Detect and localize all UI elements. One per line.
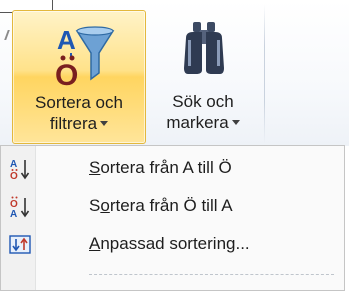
menu-item-text: ortera från A till Ö — [100, 158, 232, 177]
find-and-select-button[interactable]: Sök och markera — [150, 10, 256, 144]
menu-item-custom-sort[interactable]: Anpassad sortering... — [1, 226, 344, 262]
hotkey-letter: A — [89, 234, 101, 253]
svg-text:O: O — [10, 171, 18, 180]
svg-text:A: A — [10, 209, 17, 218]
sort-and-filter-label-2: filtrera — [13, 114, 145, 134]
sort-filter-funnel-icon: A O — [55, 25, 115, 92]
sort-and-filter-button[interactable]: A O Sortera och filtrera — [12, 10, 146, 144]
ribbon: A O Sortera och filtrera Sök och markera — [0, 0, 349, 146]
sort-o-to-a-icon: O A — [10, 196, 30, 218]
find-and-select-label-2-text: markera — [166, 113, 229, 132]
sort-a-to-o-icon: A O — [10, 159, 30, 180]
hotkey-letter: S — [89, 158, 101, 177]
menu-item-text-pre: S — [89, 196, 101, 215]
find-and-select-label-2: markera — [150, 113, 256, 133]
menu-item-text: rtera från Ö till A — [109, 196, 233, 215]
svg-text:A: A — [57, 25, 76, 55]
menu-item-text: npassad sortering... — [100, 234, 250, 253]
custom-sort-icon — [9, 235, 31, 254]
sort-filter-menu: A O Sortera från A till Ö O A Sortera fr… — [0, 145, 345, 291]
menu-separator — [89, 274, 334, 275]
menu-item-sort-o-to-a[interactable]: O A Sortera från Ö till A — [1, 188, 344, 224]
ribbon-edge-mark — [4, 30, 10, 40]
menu-item-label: Sortera från A till Ö — [89, 158, 232, 178]
dropdown-arrow-icon — [231, 120, 240, 126]
menu-item-label: Sortera från Ö till A — [89, 196, 233, 216]
svg-text:A: A — [10, 159, 17, 170]
hotkey-letter: o — [100, 196, 110, 215]
menu-item-sort-a-to-o[interactable]: A O Sortera från A till Ö — [1, 150, 344, 186]
binoculars-icon — [184, 22, 224, 74]
find-and-select-label-1: Sök och — [172, 92, 234, 111]
ribbon-group-separator — [264, 4, 265, 144]
dropdown-arrow-icon — [100, 121, 109, 127]
sort-and-filter-label-2-text: filtrera — [49, 114, 98, 133]
svg-text:O: O — [55, 59, 78, 92]
menu-item-label: Anpassad sortering... — [89, 234, 250, 254]
sort-and-filter-label-1: Sortera och — [35, 93, 123, 112]
